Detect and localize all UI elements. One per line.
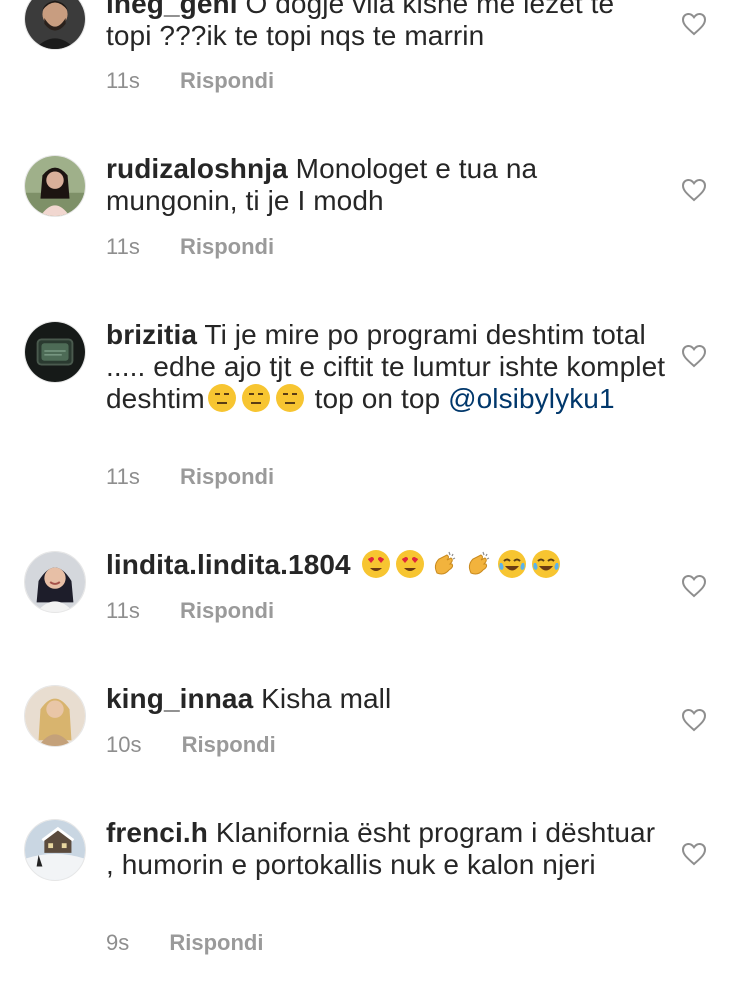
comment-username[interactable]: ineg_geni <box>106 0 238 19</box>
comment-meta: 11s Rispondi <box>106 464 274 490</box>
clapping-hands-icon <box>429 549 459 579</box>
comment-timestamp: 9s <box>106 930 130 955</box>
comment-body: Kisha mall <box>261 683 392 714</box>
comment-meta: 11s Rispondi <box>106 598 274 624</box>
expressionless-face-icon <box>207 383 237 413</box>
comment-body-continued: top on top <box>306 383 449 414</box>
avatar[interactable] <box>24 685 86 747</box>
comment-meta: 9s Rispondi <box>106 930 263 956</box>
heart-outline-icon <box>681 12 707 36</box>
like-button[interactable] <box>681 842 707 866</box>
like-button[interactable] <box>681 178 707 202</box>
avatar[interactable] <box>24 0 86 50</box>
avatar[interactable] <box>24 321 86 383</box>
avatar[interactable] <box>24 819 86 881</box>
like-button[interactable] <box>681 12 707 36</box>
comment-username[interactable]: lindita.lindita.1804 <box>106 549 351 580</box>
avatar-woman-dark-hair-icon <box>25 156 85 216</box>
heart-eyes-face-icon <box>395 549 425 579</box>
comment-text: rudizaloshnja Monologet e tua na mungoni… <box>106 153 666 217</box>
avatar-blonde-woman-icon <box>25 686 85 746</box>
comment-text: brizitia Ti je mire po programi deshtim … <box>106 319 666 415</box>
avatar-woman-smiling-icon <box>25 552 85 612</box>
comment-username[interactable]: king_innaa <box>106 683 253 714</box>
comment-username[interactable]: frenci.h <box>106 817 208 848</box>
like-button[interactable] <box>681 708 707 732</box>
expressionless-face-icon <box>241 383 271 413</box>
heart-outline-icon <box>681 842 707 866</box>
heart-outline-icon <box>681 708 707 732</box>
reply-button[interactable]: Rispondi <box>182 732 276 758</box>
reply-button[interactable]: Rispondi <box>180 598 274 624</box>
reply-button[interactable]: Rispondi <box>180 464 274 490</box>
comment-text: ineg_geni O dogje vila kishe me lezet te… <box>106 0 666 52</box>
comment-timestamp: 11s <box>106 68 140 93</box>
reply-button[interactable]: Rispondi <box>180 68 274 94</box>
comment-meta: 10s Rispondi <box>106 732 276 758</box>
comment-timestamp: 11s <box>106 464 140 489</box>
heart-outline-icon <box>681 178 707 202</box>
comment-timestamp: 11s <box>106 234 140 259</box>
tears-of-joy-face-icon <box>497 549 527 579</box>
comment-timestamp: 11s <box>106 598 140 623</box>
avatar-man-beard-icon <box>25 0 85 49</box>
mention-link[interactable]: @olsibylyku1 <box>448 383 615 414</box>
like-button[interactable] <box>681 344 707 368</box>
comment-username[interactable]: brizitia <box>106 319 197 350</box>
tears-of-joy-face-icon <box>531 549 561 579</box>
comment-text: king_innaa Kisha mall <box>106 683 666 715</box>
comment-timestamp: 10s <box>106 732 142 757</box>
heart-outline-icon <box>681 344 707 368</box>
avatar[interactable] <box>24 155 86 217</box>
comment-text: lindita.lindita.1804 <box>106 549 666 581</box>
like-button[interactable] <box>681 574 707 598</box>
comment-username[interactable]: rudizaloshnja <box>106 153 288 184</box>
reply-button[interactable]: Rispondi <box>169 930 263 956</box>
clapping-hands-icon <box>463 549 493 579</box>
comment-text: frenci.h Klanifornia ësht program i dësh… <box>106 817 666 881</box>
expressionless-face-icon <box>275 383 305 413</box>
reply-button[interactable]: Rispondi <box>180 234 274 260</box>
avatar-snow-house-icon <box>25 820 85 880</box>
comment-meta: 11s Rispondi <box>106 68 274 94</box>
avatar[interactable] <box>24 551 86 613</box>
heart-eyes-face-icon <box>361 549 391 579</box>
heart-outline-icon <box>681 574 707 598</box>
comment-meta: 11s Rispondi <box>106 234 274 260</box>
avatar-old-tv-icon <box>25 322 85 382</box>
